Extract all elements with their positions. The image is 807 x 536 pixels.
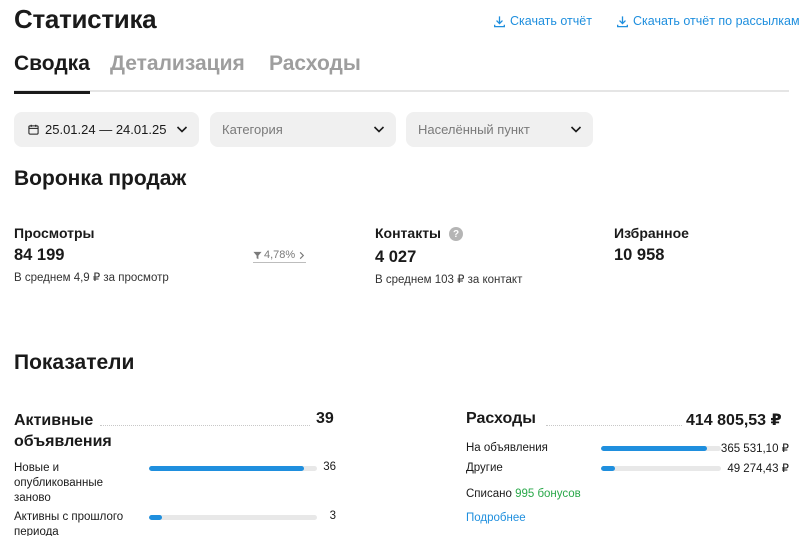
- funnel-icon: [253, 251, 262, 259]
- download-report-label: Скачать отчёт: [510, 14, 592, 28]
- chevron-down-icon: [570, 126, 582, 133]
- new-republished-bar-fill: [149, 466, 305, 471]
- active-from-previous-bar-fill: [149, 515, 162, 520]
- other-expenses-value: 49 274,43 ₽: [727, 463, 789, 475]
- more-details-link[interactable]: Подробнее: [466, 512, 526, 524]
- chevron-down-icon: [176, 126, 188, 133]
- tab-bar: Сводка Детализация Расходы: [14, 52, 789, 94]
- download-icon: [617, 15, 628, 27]
- expenses-value: 414 805,53 ₽: [686, 412, 782, 429]
- new-republished-value: 36: [323, 461, 336, 473]
- written-off-prefix: Списано: [466, 488, 512, 500]
- date-range-value: 25.01.24 — 24.01.25: [45, 122, 167, 137]
- views-average: В среднем 4,9 ₽ за просмотр: [14, 272, 169, 284]
- other-expenses-label: Другие: [466, 462, 503, 474]
- download-mailing-report-link[interactable]: Скачать отчёт по рассылкам: [616, 14, 800, 28]
- contacts-value: 4 027: [375, 248, 417, 266]
- views-trend-link[interactable]: 4,78%: [253, 249, 307, 263]
- header: Статистика Скачать отчёт Скачать отчёт п…: [14, 4, 800, 40]
- date-range-select[interactable]: 25.01.24 — 24.01.25: [14, 112, 199, 147]
- category-placeholder: Категория: [222, 122, 283, 137]
- active-ads-value: 39: [316, 410, 334, 427]
- tab-expenses[interactable]: Расходы: [269, 52, 361, 92]
- download-report-link[interactable]: Скачать отчёт: [493, 14, 592, 28]
- ads-expenses-label: На объявления: [466, 442, 548, 454]
- download-mailing-report-label: Скачать отчёт по рассылкам: [633, 14, 800, 28]
- dotted-leader: [100, 425, 310, 426]
- city-placeholder: Населённый пункт: [418, 122, 530, 137]
- written-off-bonus: 995 бонусов: [515, 488, 581, 500]
- ads-expenses-bar-fill: [601, 446, 707, 451]
- new-republished-label: Новые и опубликованные заново: [14, 462, 104, 504]
- funnel-title: Воронка продаж: [14, 167, 187, 190]
- page-title: Статистика: [14, 4, 157, 34]
- category-select[interactable]: Категория: [210, 112, 396, 147]
- other-expenses-bar-fill: [601, 466, 616, 471]
- expenses-label: Расходы: [466, 410, 536, 427]
- ads-expenses-value: 365 531,10 ₽: [720, 443, 789, 455]
- tab-summary[interactable]: Сводка: [14, 52, 90, 94]
- views-trend-value: 4,78%: [264, 249, 296, 261]
- active-from-previous-value: 3: [329, 510, 336, 522]
- city-select[interactable]: Населённый пункт: [406, 112, 593, 147]
- active-from-previous-bar: [149, 515, 317, 520]
- tab-details[interactable]: Детализация: [110, 52, 245, 92]
- chevron-right-icon: [299, 251, 305, 259]
- views-label: Просмотры: [14, 225, 95, 241]
- chevron-down-icon: [373, 126, 385, 133]
- active-from-previous-label: Активны с прошлого периода: [14, 511, 124, 536]
- favorites-value: 10 958: [614, 246, 665, 264]
- dotted-leader: [546, 425, 682, 426]
- info-icon[interactable]: ?: [449, 227, 463, 241]
- contacts-label: Контакты: [375, 225, 442, 241]
- views-value: 84 199: [14, 246, 65, 264]
- calendar-icon: [28, 124, 39, 135]
- active-ads-label: Активные объявления: [14, 412, 112, 450]
- contacts-average: В среднем 103 ₽ за контакт: [375, 274, 523, 286]
- download-icon: [494, 15, 505, 27]
- written-off-text: Списано 995 бонусов: [466, 488, 581, 500]
- favorites-label: Избранное: [614, 225, 689, 241]
- new-republished-bar: [149, 466, 317, 471]
- indicators-title: Показатели: [14, 351, 135, 374]
